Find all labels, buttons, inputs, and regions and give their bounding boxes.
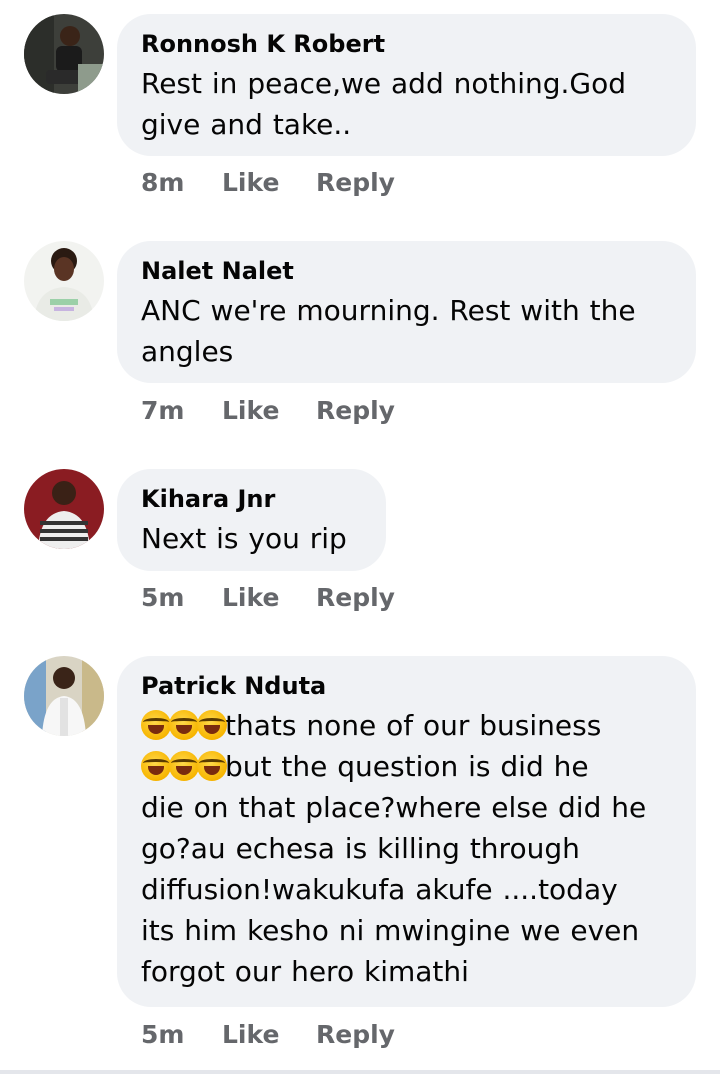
comment-text-line: die on that place?where else did he — [141, 791, 647, 824]
avatar[interactable] — [24, 469, 104, 549]
comment-text-line: go?au echesa is killing through — [141, 832, 580, 865]
comment-text-line: ANC we're mourning. Rest with the — [141, 294, 636, 327]
comment-bubble: Patrick Nduta thats none of our business… — [117, 656, 696, 1007]
comment-text-line: but the question is did he — [141, 746, 672, 787]
divider — [0, 1070, 720, 1074]
avatar[interactable] — [24, 656, 104, 736]
avatar[interactable] — [24, 14, 104, 94]
user-avatar-icon — [24, 469, 104, 549]
comment-text: Rest in peace,we add nothing.God give an… — [141, 63, 672, 145]
like-button[interactable]: Like — [222, 396, 316, 426]
comment-timestamp[interactable]: 8m — [141, 168, 222, 198]
reply-button[interactable]: Reply — [316, 396, 395, 426]
comment-author[interactable]: Kihara Jnr — [141, 484, 362, 514]
comment-text-line: Next is you rip — [141, 522, 347, 555]
comment-text: Next is you rip — [141, 518, 362, 559]
comment-timestamp[interactable]: 5m — [141, 1020, 222, 1050]
reply-button[interactable]: Reply — [316, 583, 395, 613]
comment-bubble: Nalet Nalet ANC we're mourning. Rest wit… — [117, 241, 696, 383]
laughing-emoji-icon — [197, 710, 227, 740]
comment-actions: 7m Like Reply — [141, 396, 395, 426]
laughing-emoji-icon — [169, 751, 199, 781]
comment-author[interactable]: Ronnosh K Robert — [141, 29, 672, 59]
user-avatar-icon — [24, 656, 104, 736]
like-button[interactable]: Like — [222, 1020, 316, 1050]
reply-button[interactable]: Reply — [316, 1020, 395, 1050]
comment-text-fragment: but the question is did he — [225, 750, 589, 783]
comment-timestamp[interactable]: 5m — [141, 583, 222, 613]
user-avatar-icon — [24, 14, 104, 94]
laughing-emoji-icon — [197, 751, 227, 781]
comment-author[interactable]: Nalet Nalet — [141, 256, 672, 286]
comment-bubble: Kihara Jnr Next is you rip — [117, 469, 386, 571]
laughing-emoji-icon — [141, 751, 171, 781]
laughing-emoji-icon — [169, 710, 199, 740]
comment-text: ANC we're mourning. Rest with the angles — [141, 290, 672, 372]
like-button[interactable]: Like — [222, 583, 316, 613]
comment-text: thats none of our business but the quest… — [141, 705, 672, 992]
comment-bubble: Ronnosh K Robert Rest in peace,we add no… — [117, 14, 696, 156]
user-avatar-icon — [24, 241, 104, 321]
comment-author[interactable]: Patrick Nduta — [141, 671, 672, 701]
comment-text-line: angles — [141, 335, 234, 368]
comment-text-fragment: thats none of our business — [225, 709, 602, 742]
like-button[interactable]: Like — [222, 168, 316, 198]
comment-timestamp[interactable]: 7m — [141, 396, 222, 426]
comment-text-line: give and take.. — [141, 108, 352, 141]
comment-text-line: diffusion!wakukufa akufe ....today — [141, 873, 618, 906]
comment-text-line: forgot our hero kimathi — [141, 955, 469, 988]
comment-actions: 8m Like Reply — [141, 168, 395, 198]
comment-text-line: Rest in peace,we add nothing.God — [141, 67, 627, 100]
avatar[interactable] — [24, 241, 104, 321]
reply-button[interactable]: Reply — [316, 168, 395, 198]
comment-text-line: thats none of our business — [141, 705, 672, 746]
comment-actions: 5m Like Reply — [141, 1020, 395, 1050]
laughing-emoji-icon — [141, 710, 171, 740]
comment-text-line: its him kesho ni mwingine we even — [141, 914, 640, 947]
comment-actions: 5m Like Reply — [141, 583, 395, 613]
